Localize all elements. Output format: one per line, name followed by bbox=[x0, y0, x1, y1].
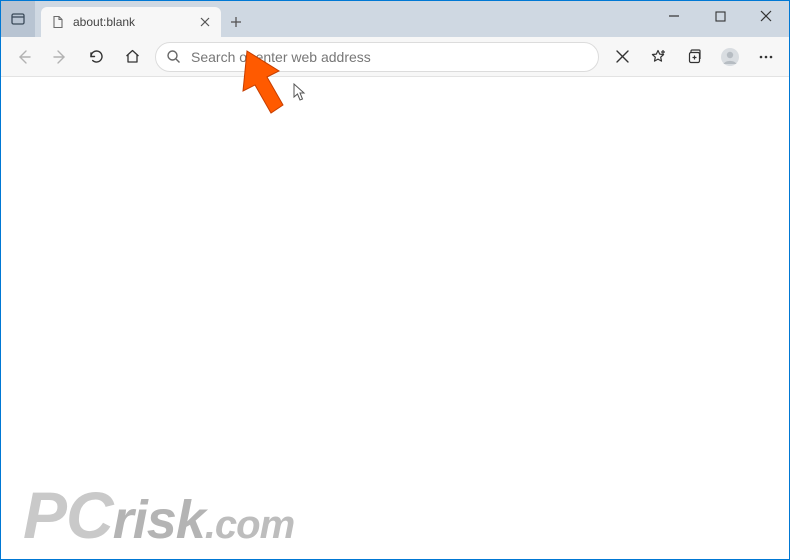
titlebar: about:blank bbox=[1, 1, 789, 37]
tab-actions-icon bbox=[10, 11, 26, 27]
page-content bbox=[1, 77, 789, 559]
toolbar bbox=[1, 37, 789, 77]
window-close-button[interactable] bbox=[743, 1, 789, 31]
tab-title: about:blank bbox=[73, 15, 197, 29]
refresh-icon bbox=[88, 48, 105, 65]
star-plus-icon bbox=[649, 48, 667, 66]
search-icon bbox=[166, 49, 181, 64]
minimize-icon bbox=[668, 10, 680, 22]
settings-menu-button[interactable] bbox=[749, 41, 783, 73]
address-input[interactable] bbox=[191, 49, 588, 65]
refresh-button[interactable] bbox=[79, 41, 113, 73]
window-controls bbox=[651, 1, 789, 31]
profile-button[interactable] bbox=[713, 41, 747, 73]
minimize-button[interactable] bbox=[651, 1, 697, 31]
forward-button[interactable] bbox=[43, 41, 77, 73]
close-icon bbox=[615, 49, 630, 64]
forward-icon bbox=[51, 48, 69, 66]
back-button[interactable] bbox=[7, 41, 41, 73]
home-icon bbox=[124, 48, 141, 65]
home-button[interactable] bbox=[115, 41, 149, 73]
collections-icon bbox=[686, 48, 703, 65]
plus-icon bbox=[230, 16, 242, 28]
address-bar[interactable] bbox=[155, 42, 599, 72]
page-icon bbox=[51, 15, 65, 29]
maximize-button[interactable] bbox=[697, 1, 743, 31]
tab-close-button[interactable] bbox=[197, 14, 213, 30]
back-icon bbox=[15, 48, 33, 66]
collections-button[interactable] bbox=[677, 41, 711, 73]
browser-tab[interactable]: about:blank bbox=[41, 7, 221, 37]
profile-icon bbox=[720, 47, 740, 67]
close-icon bbox=[200, 17, 210, 27]
maximize-icon bbox=[715, 11, 726, 22]
tab-actions-button[interactable] bbox=[1, 1, 35, 37]
favorites-button[interactable] bbox=[641, 41, 675, 73]
new-tab-button[interactable] bbox=[221, 7, 251, 37]
close-icon bbox=[760, 10, 772, 22]
browser-window: about:blank bbox=[0, 0, 790, 560]
stop-button[interactable] bbox=[605, 41, 639, 73]
more-icon bbox=[758, 49, 774, 65]
